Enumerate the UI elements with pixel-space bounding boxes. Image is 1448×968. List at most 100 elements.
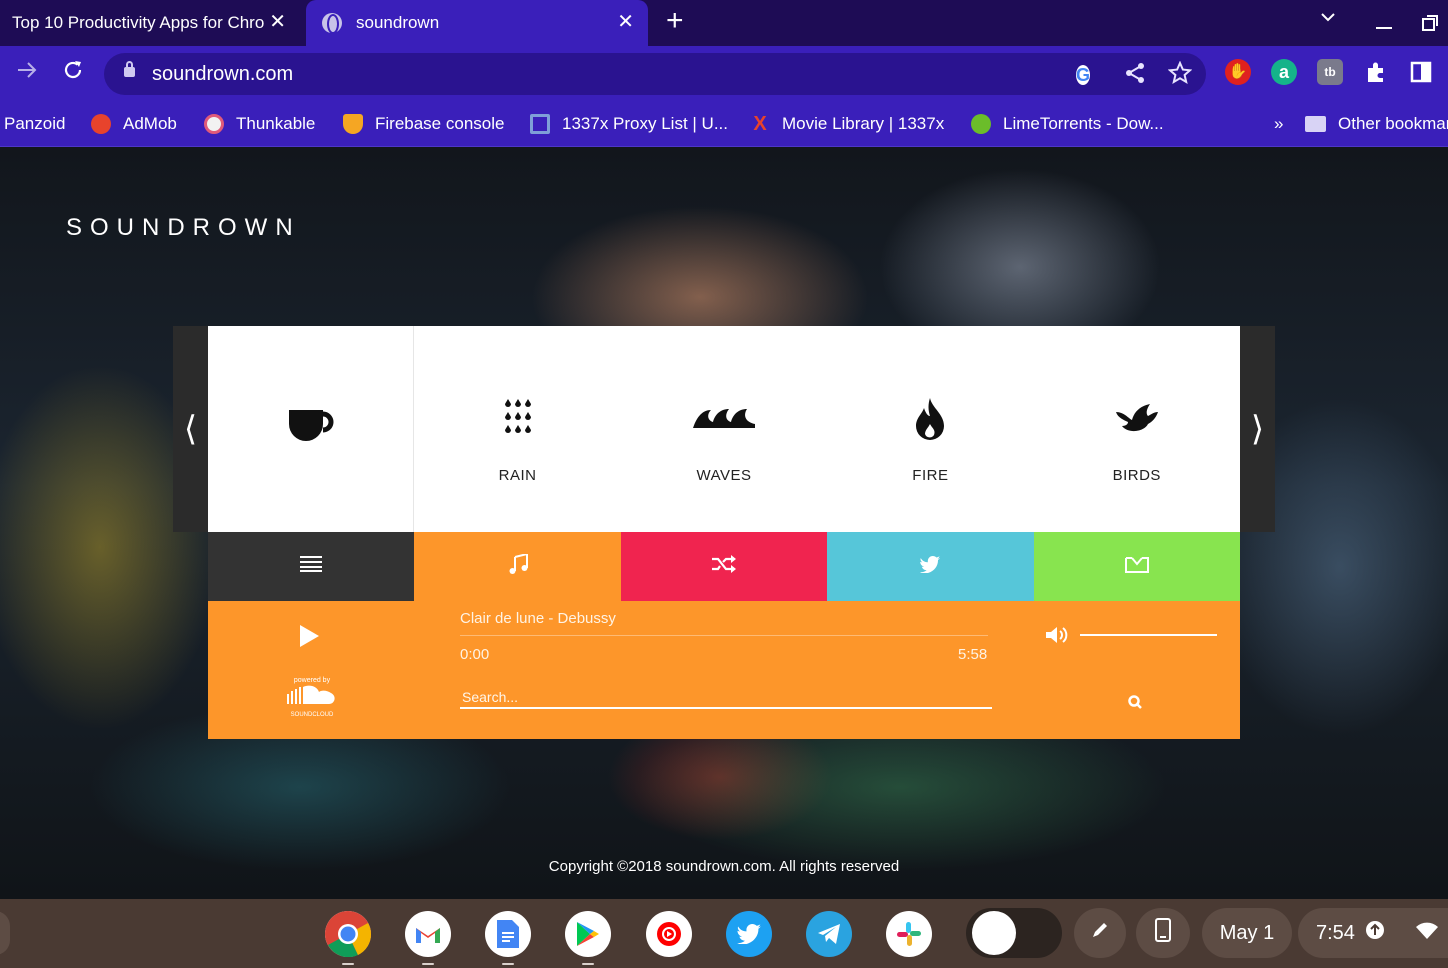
tab-productivity-apps[interactable]: Top 10 Productivity Apps for Chrome ✕ <box>0 0 300 46</box>
phone-icon <box>1155 918 1171 948</box>
adblock-extension-icon[interactable]: ✋ <box>1225 59 1251 85</box>
forward-arrow-icon[interactable] <box>16 58 38 86</box>
tab-soundrown[interactable]: soundrown ✕ <box>306 0 648 46</box>
fire-icon <box>914 398 946 447</box>
sound-waves[interactable]: WAVES <box>621 326 827 532</box>
other-bookmarks-folder[interactable]: Other bookmarks <box>1305 110 1448 138</box>
twitter-icon <box>920 555 941 578</box>
twitter-app-icon[interactable] <box>726 911 772 957</box>
sound-label: BIRDS <box>1112 467 1161 484</box>
download-box-icon <box>1124 555 1149 578</box>
bookmark-label: 1337x Proxy List | U... <box>562 114 728 133</box>
url-text[interactable]: soundrown.com <box>152 63 293 86</box>
search-input[interactable] <box>460 687 992 709</box>
lock-icon[interactable] <box>124 61 135 77</box>
proxy-list-icon <box>530 114 550 134</box>
sound-label: RAIN <box>498 467 537 484</box>
folder-icon <box>1305 116 1326 132</box>
tab-strip: Top 10 Productivity Apps for Chrome ✕ so… <box>0 0 1448 46</box>
progress-track[interactable] <box>460 635 988 636</box>
soundcloud-logo[interactable]: powered by SOUNDCLOUD <box>286 677 338 718</box>
docs-app-icon[interactable] <box>485 911 531 965</box>
volume-icon[interactable] <box>1044 625 1070 650</box>
volume-slider[interactable] <box>1080 634 1217 636</box>
phone-hub-button[interactable] <box>1136 908 1190 958</box>
search-icon[interactable] <box>1128 695 1142 714</box>
bookmark-panzoid[interactable]: Panzoid <box>4 110 65 138</box>
wifi-status[interactable] <box>1406 908 1448 958</box>
thunkable-icon <box>204 114 224 134</box>
stylus-tools-button[interactable] <box>1074 908 1126 958</box>
download-button[interactable] <box>1033 532 1240 601</box>
music-note-icon <box>508 552 528 579</box>
tb-extension-icon[interactable]: tb <box>1317 59 1343 85</box>
shuffle-button[interactable] <box>620 532 828 601</box>
gmail-app-icon[interactable] <box>405 911 451 965</box>
tab-search-chevron-down-icon[interactable] <box>1320 8 1336 31</box>
sound-birds[interactable]: BIRDS <box>1034 326 1240 532</box>
bookmark-admob[interactable]: AdMob <box>91 110 177 138</box>
new-tab-button[interactable]: + <box>666 6 684 36</box>
lime-icon <box>971 114 991 134</box>
sound-rain[interactable]: RAIN <box>414 326 620 532</box>
action-bar <box>208 532 1240 601</box>
sound-label: WAVES <box>696 467 752 484</box>
next-sounds-arrow[interactable]: ⟩ <box>1240 326 1275 532</box>
bookmark-movie-library[interactable]: X Movie Library | 1337x <box>750 110 944 138</box>
tab-close-icon[interactable]: ✕ <box>269 12 286 32</box>
slack-app-icon[interactable] <box>886 911 932 957</box>
calendar-date-button[interactable]: May 1 <box>1202 908 1292 958</box>
sound-fire[interactable]: FIRE <box>827 326 1033 532</box>
os-shelf: May 1 7:54 <box>0 899 1448 968</box>
bookmark-star-icon[interactable] <box>1167 60 1193 91</box>
site-logo[interactable]: SOUNDROWN <box>66 213 301 235</box>
minimize-icon[interactable] <box>1376 14 1392 37</box>
share-icon[interactable] <box>1124 62 1146 90</box>
soundcloud-cloud-icon <box>287 685 335 704</box>
system-tray[interactable]: 7:54 <box>1298 908 1406 958</box>
bookmark-thunkable[interactable]: Thunkable <box>204 110 315 138</box>
stylus-notes-tray[interactable] <box>966 908 1062 958</box>
twitter-share-button[interactable] <box>827 532 1034 601</box>
track-title: Clair de lune - Debussy <box>460 610 616 627</box>
track-duration: 5:58 <box>958 646 988 663</box>
google-lens-icon[interactable]: G <box>1076 61 1091 88</box>
coffee-cup-icon <box>287 408 335 449</box>
rain-drops-icon <box>504 398 532 443</box>
profile-avatar <box>972 911 1016 955</box>
powered-by-label: powered by <box>293 677 331 684</box>
grammar-extension-icon[interactable]: a <box>1271 59 1297 85</box>
sound-selector: RAIN WAVES FIRE BIRDS <box>208 326 1240 532</box>
sound-coffee[interactable] <box>208 326 415 532</box>
bookmark-1337x-proxy[interactable]: 1337x Proxy List | U... <box>530 110 728 138</box>
side-panel-icon[interactable] <box>1410 60 1432 88</box>
address-bar[interactable]: soundrown.com G <box>104 53 1206 95</box>
bookmark-label: Movie Library | 1337x <box>782 114 945 133</box>
menu-button[interactable] <box>208 532 415 601</box>
chrome-app-icon[interactable] <box>325 911 371 965</box>
tab-title: soundrown <box>356 13 440 32</box>
prev-sounds-arrow[interactable]: ⟨ <box>173 326 208 532</box>
music-button[interactable] <box>414 532 621 601</box>
play-icon[interactable] <box>300 625 319 647</box>
reload-icon[interactable] <box>62 58 84 86</box>
bookmark-limetorrents[interactable]: LimeTorrents - Dow... <box>971 110 1164 138</box>
bookmark-label: Panzoid <box>4 114 66 133</box>
bookmarks-overflow-button[interactable]: » <box>1274 110 1283 138</box>
bookmark-label: Firebase console <box>375 114 505 133</box>
firebase-icon <box>343 114 363 134</box>
youtube-music-app-icon[interactable] <box>646 911 692 957</box>
extensions-puzzle-icon[interactable] <box>1364 60 1388 89</box>
restore-window-icon[interactable] <box>1422 14 1438 37</box>
copyright-text: Copyright ©2018 soundrown.com. All right… <box>548 858 900 875</box>
wifi-icon <box>1416 921 1438 945</box>
running-indicator <box>582 963 594 965</box>
bird-icon <box>1115 404 1158 439</box>
telegram-app-icon[interactable] <box>806 911 852 957</box>
tab-close-icon[interactable]: ✕ <box>617 12 634 32</box>
stylus-pen-icon <box>1090 920 1110 946</box>
bookmark-label: Other bookmarks <box>1338 114 1448 133</box>
bookmark-firebase[interactable]: Firebase console <box>343 110 504 138</box>
play-store-app-icon[interactable] <box>565 911 611 965</box>
launcher-button[interactable] <box>0 911 10 955</box>
